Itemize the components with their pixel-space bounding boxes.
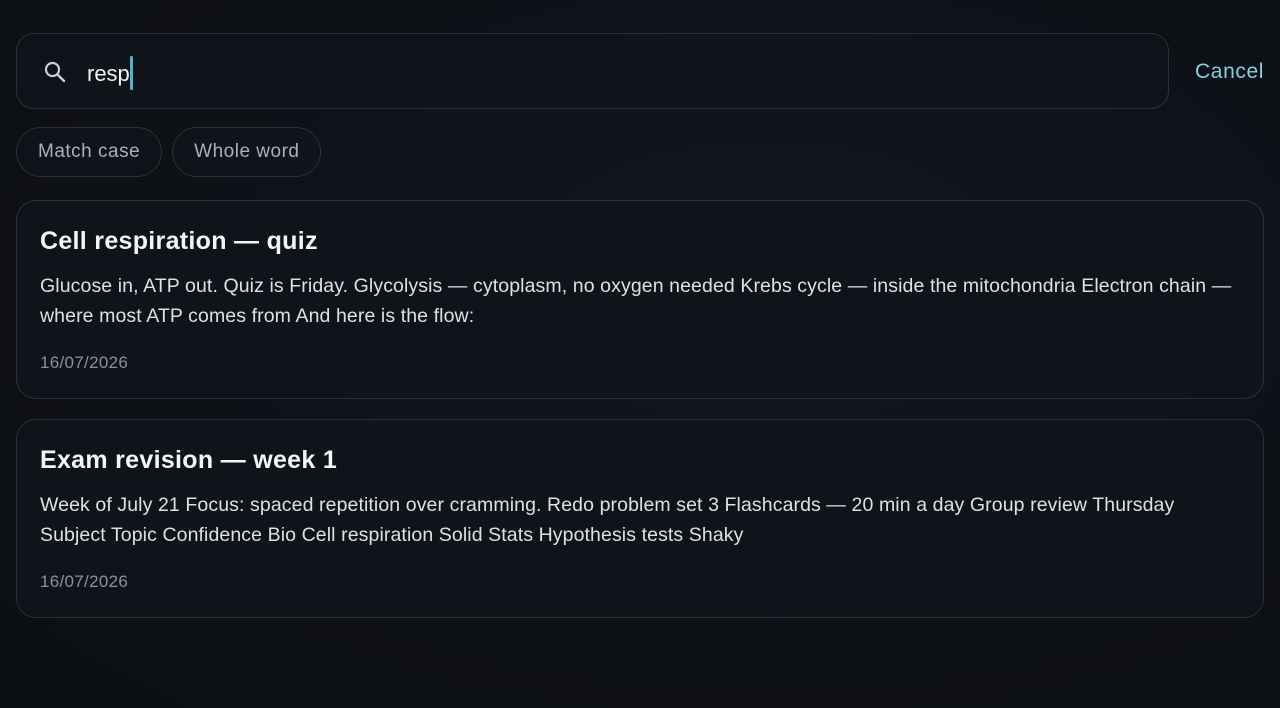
result-card[interactable]: Cell respiration — quiz Glucose in, ATP …	[16, 200, 1264, 399]
result-title: Cell respiration — quiz	[40, 227, 318, 255]
search-input[interactable]: resp	[87, 56, 133, 90]
result-card[interactable]: Exam revision — week 1 Week of July 21 F…	[16, 419, 1264, 618]
result-title: Exam revision — week 1	[40, 446, 338, 474]
cancel-button[interactable]: Cancel	[1195, 57, 1264, 87]
result-date: 16/07/2026	[40, 572, 129, 591]
result-snippet: Glucose in, ATP out. Quiz is Friday. Gly…	[40, 275, 1232, 327]
search-screen: resp Cancel Match case Whole word Cell re…	[0, 0, 1280, 708]
whole-word-toggle[interactable]: Whole word	[172, 127, 322, 177]
text-caret	[129, 56, 133, 90]
result-snippet: Week of July 21 Focus: spaced repetition…	[40, 494, 1175, 546]
match-case-toggle[interactable]: Match case	[16, 127, 163, 177]
result-date: 16/07/2026	[40, 353, 129, 372]
search-filters: Match case Whole word	[16, 127, 331, 178]
search-icon	[43, 60, 67, 84]
search-query: resp	[87, 61, 130, 86]
search-field[interactable]: resp	[16, 33, 1169, 109]
search-bar: resp Cancel	[16, 33, 1264, 111]
